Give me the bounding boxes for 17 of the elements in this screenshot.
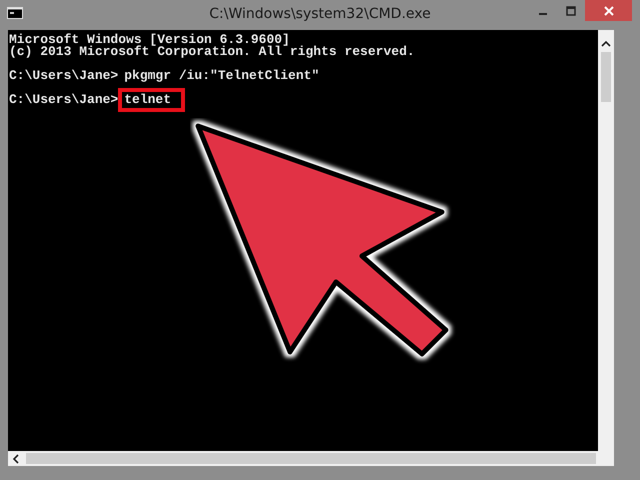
close-button[interactable]	[585, 0, 632, 21]
scroll-left-icon[interactable]	[12, 454, 20, 464]
command-prompt: C:\Users\Jane>	[9, 70, 118, 82]
maximize-icon[interactable]	[566, 6, 576, 16]
vertical-scrollbar[interactable]	[598, 30, 614, 451]
console-text: (c) 2013 Microsoft Corporation. All rights reserved.	[9, 46, 415, 58]
window-title: C:\Windows\system32\CMD.exe	[209, 6, 431, 22]
scroll-up-icon[interactable]	[601, 40, 611, 48]
command-text: pkgmgr /iu:"TelnetClient"	[123, 67, 320, 85]
close-icon[interactable]	[604, 6, 614, 16]
command-prompt: C:\Users\Jane>	[9, 94, 118, 106]
scroll-thumb[interactable]	[601, 52, 611, 102]
highlighted-command: telnet	[118, 88, 186, 112]
console-icon	[7, 7, 23, 19]
scroll-thumb[interactable]	[26, 453, 596, 464]
horizontal-scrollbar[interactable]	[8, 451, 614, 466]
console-text: Microsoft Windows [Version 6.3.9600]	[9, 34, 290, 46]
